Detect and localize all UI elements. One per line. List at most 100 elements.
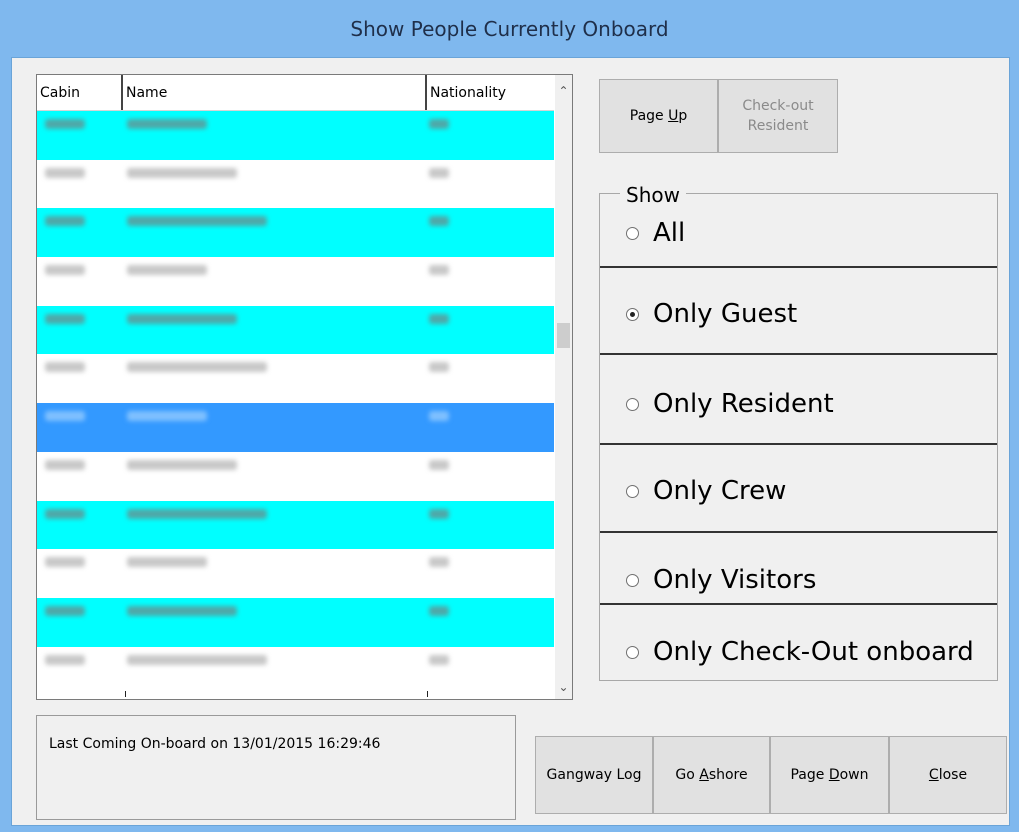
status-box: Last Coming On-board on 13/01/2015 16:29…: [36, 715, 516, 820]
redacted-cell: [429, 216, 449, 227]
redacted-cell: [45, 216, 85, 227]
table-row[interactable]: [37, 159, 554, 209]
checkout-resident-label-line1: Check-out: [742, 98, 814, 114]
redacted-cell: [429, 362, 449, 373]
last-onboard-status: Last Coming On-board on 13/01/2015 16:29…: [49, 736, 381, 752]
redacted-cell: [45, 119, 85, 129]
radio-only-resident-icon[interactable]: [626, 397, 639, 411]
redacted-cell: [429, 654, 449, 665]
scroll-thumb[interactable]: [557, 323, 570, 348]
close-label: Close: [928, 767, 968, 783]
column-header-name[interactable]: Name: [123, 75, 427, 110]
radio-all-label: All: [653, 218, 686, 248]
option-divider: [600, 603, 997, 605]
dialog-client-area: Cabin Name Nationality ⌃ ⌄ Page Up Check…: [11, 57, 1010, 826]
redacted-cell: [45, 167, 85, 178]
redacted-cell: [127, 216, 267, 227]
redacted-cell: [127, 167, 237, 178]
scroll-down-icon[interactable]: ⌄: [555, 677, 572, 697]
people-list[interactable]: Cabin Name Nationality ⌃ ⌄: [36, 74, 573, 700]
redacted-cell: [429, 411, 449, 422]
gangway-log-label: Gangway Log: [546, 767, 642, 783]
redacted-cell: [127, 411, 207, 422]
redacted-cell: [429, 557, 449, 568]
list-header: Cabin Name Nationality: [37, 75, 554, 111]
table-row[interactable]: [37, 597, 554, 647]
radio-only-visitors-icon[interactable]: [626, 573, 639, 587]
radio-only-visitors-label: Only Visitors: [653, 565, 817, 595]
radio-only-guest[interactable]: Only Guest: [600, 286, 997, 342]
list-footer: [37, 679, 554, 699]
radio-only-resident-label: Only Resident: [653, 389, 834, 419]
redacted-cell: [45, 654, 85, 665]
page-up-button[interactable]: Page Up: [599, 79, 718, 153]
radio-all[interactable]: All: [600, 208, 997, 258]
redacted-cell: [127, 605, 237, 616]
radio-only-checkout-onboard-label: Only Check-Out onboard: [653, 637, 974, 667]
column-header-nationality[interactable]: Nationality: [427, 75, 554, 110]
redacted-cell: [45, 362, 85, 373]
redacted-cell: [45, 508, 85, 519]
gangway-log-button[interactable]: Gangway Log: [535, 736, 653, 814]
page-down-button[interactable]: Page Down: [770, 736, 889, 814]
radio-only-crew[interactable]: Only Crew: [600, 463, 997, 519]
redacted-cell: [429, 265, 449, 276]
redacted-cell: [127, 557, 207, 568]
redacted-cell: [45, 459, 85, 470]
redacted-cell: [429, 605, 449, 616]
redacted-cell: [45, 605, 85, 616]
option-divider: [600, 531, 997, 533]
redacted-cell: [127, 265, 207, 276]
option-divider: [600, 353, 997, 355]
scroll-up-icon[interactable]: ⌃: [555, 81, 572, 101]
window-title-bar: Show People Currently Onboard: [0, 0, 1019, 57]
show-group-legend: Show: [620, 183, 686, 207]
radio-only-crew-icon[interactable]: [626, 484, 639, 498]
page-down-label: Page Down: [790, 767, 869, 783]
redacted-cell: [429, 508, 449, 519]
list-scrollbar[interactable]: ⌃ ⌄: [555, 75, 572, 699]
option-divider: [600, 266, 997, 268]
redacted-cell: [429, 167, 449, 178]
window-title: Show People Currently Onboard: [350, 16, 669, 41]
radio-only-resident[interactable]: Only Resident: [600, 376, 997, 432]
go-ashore-button[interactable]: Go Ashore: [653, 736, 770, 814]
checkout-resident-label-line2: Resident: [747, 118, 809, 134]
table-row[interactable]: [37, 549, 554, 598]
page-up-label: Page Up: [629, 108, 688, 124]
redacted-cell: [429, 313, 449, 324]
radio-only-visitors[interactable]: Only Visitors: [600, 552, 997, 608]
radio-all-icon[interactable]: [626, 226, 639, 240]
table-row[interactable]: [37, 451, 554, 501]
go-ashore-label: Go Ashore: [675, 767, 748, 783]
redacted-cell: [45, 265, 85, 276]
table-row[interactable]: [37, 500, 554, 550]
table-row[interactable]: [37, 208, 554, 258]
checkout-resident-button[interactable]: Check-out Resident: [718, 79, 838, 153]
radio-only-checkout-onboard[interactable]: Only Check-Out onboard: [600, 624, 997, 680]
radio-only-checkout-onboard-icon[interactable]: [626, 645, 639, 659]
redacted-cell: [127, 459, 237, 470]
redacted-cell: [45, 411, 85, 422]
table-row[interactable]: [37, 111, 554, 160]
table-row[interactable]: [37, 354, 554, 404]
radio-only-guest-label: Only Guest: [653, 299, 798, 329]
list-rows: [37, 111, 554, 696]
option-divider: [600, 443, 997, 445]
close-button[interactable]: Close: [889, 736, 1007, 814]
column-header-cabin[interactable]: Cabin: [37, 75, 123, 110]
redacted-cell: [45, 313, 85, 324]
redacted-cell: [127, 508, 267, 519]
redacted-cell: [127, 654, 267, 665]
radio-only-crew-label: Only Crew: [653, 476, 787, 506]
redacted-cell: [127, 313, 237, 324]
radio-only-guest-icon[interactable]: [626, 307, 639, 321]
table-row[interactable]: [37, 403, 554, 452]
table-row[interactable]: [37, 257, 554, 306]
redacted-cell: [45, 557, 85, 568]
table-row[interactable]: [37, 305, 554, 355]
redacted-cell: [429, 459, 449, 470]
redacted-cell: [127, 119, 207, 129]
redacted-cell: [127, 362, 267, 373]
redacted-cell: [429, 119, 449, 129]
